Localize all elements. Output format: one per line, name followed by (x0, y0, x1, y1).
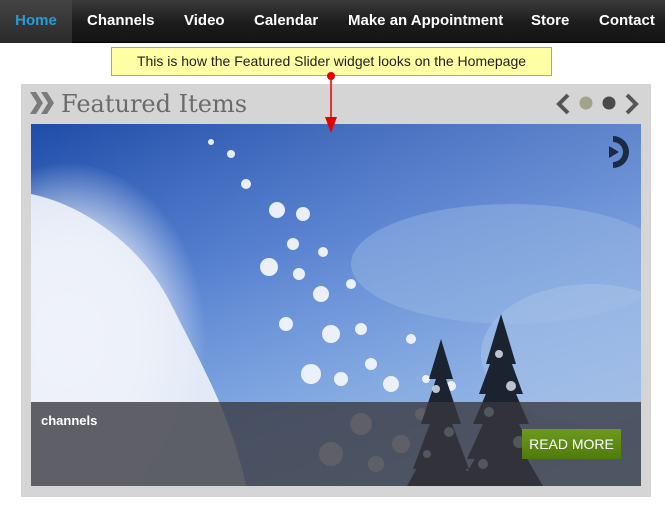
slide-image[interactable]: channels READ MORE (31, 124, 641, 486)
slider-dot-1[interactable] (578, 95, 594, 111)
slide-caption-bar: channels READ MORE (31, 402, 641, 486)
play-pause-icon[interactable] (599, 134, 631, 170)
nav-item-calendar[interactable]: Calendar (254, 0, 318, 43)
chevron-left-icon[interactable] (555, 93, 571, 115)
widget-title: Featured Items (61, 90, 248, 118)
chevron-right-icon[interactable] (624, 93, 640, 115)
read-more-button[interactable]: READ MORE (522, 429, 621, 459)
double-chevron-right-icon (30, 92, 54, 114)
nav-item-store[interactable]: Store (531, 0, 569, 43)
nav-item-appointment[interactable]: Make an Appointment (348, 0, 503, 43)
nav-item-video[interactable]: Video (184, 0, 225, 43)
nav-item-contact[interactable]: Contact (599, 0, 655, 43)
slider-dot-2-active[interactable] (601, 95, 617, 111)
featured-slider-widget: Featured Items channels READ MORE (21, 84, 651, 497)
callout-dot (327, 72, 335, 80)
main-nav: Home Channels Video Calendar Make an App… (0, 0, 665, 43)
nav-item-home[interactable]: Home (0, 0, 72, 43)
nav-item-channels[interactable]: Channels (87, 0, 155, 43)
slide-caption-title[interactable]: channels (41, 413, 97, 428)
